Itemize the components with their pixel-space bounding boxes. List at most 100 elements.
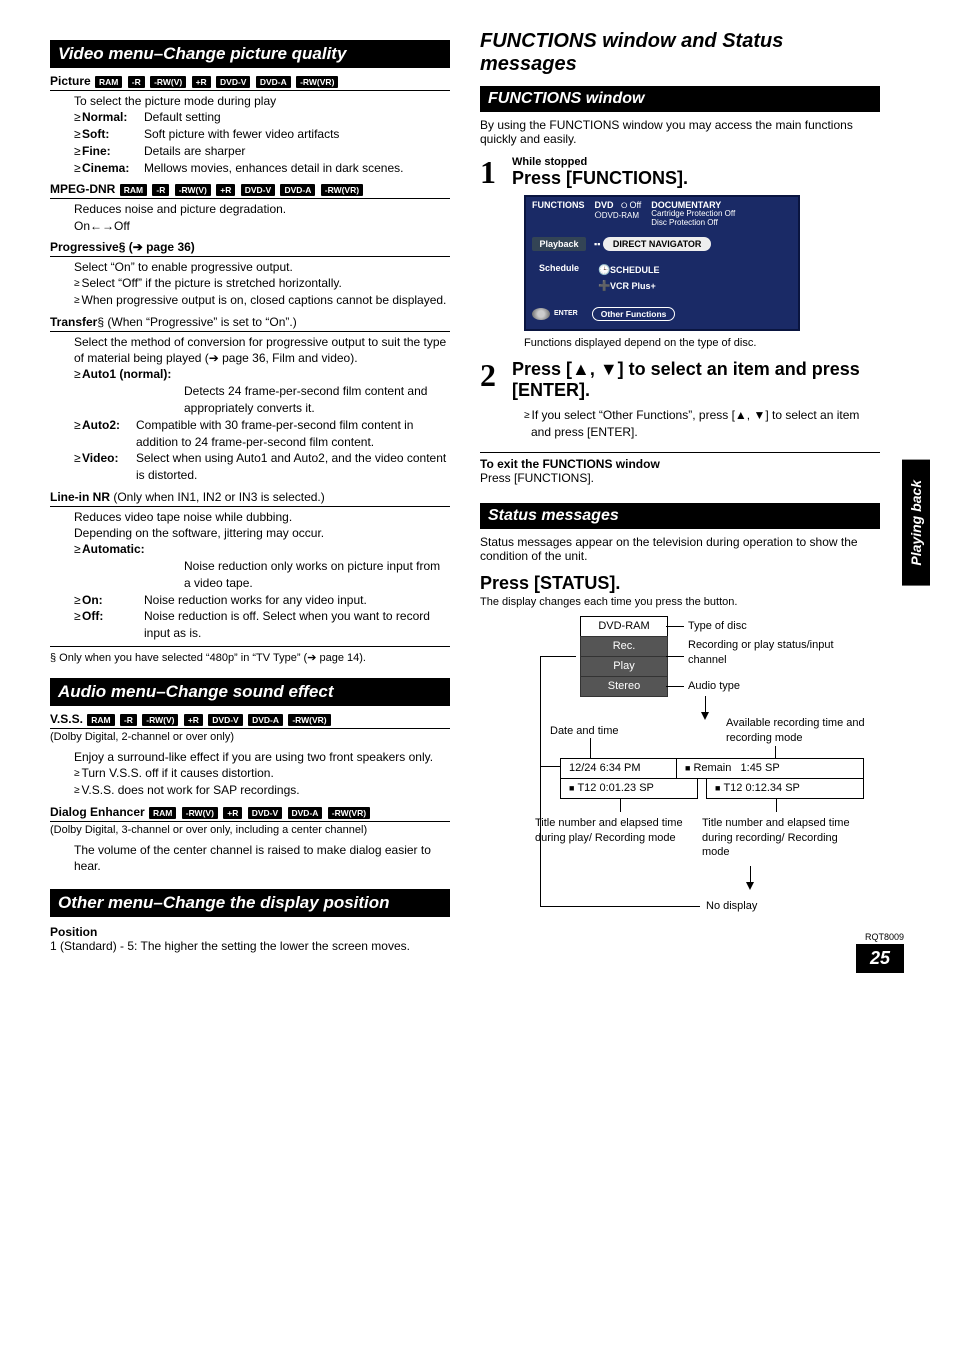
other-menu-title: Other menu–Change the display position bbox=[50, 889, 450, 917]
fmt: RAM bbox=[87, 714, 114, 726]
position-name: Position bbox=[50, 925, 450, 939]
box-dvdram: DVD-RAM bbox=[580, 616, 668, 636]
step2-bullet: If you select “Other Functions”, press [… bbox=[524, 407, 880, 441]
dialog-line1: The volume of the center channel is rais… bbox=[74, 842, 450, 874]
fn-intro: By using the FUNCTIONS window you may ac… bbox=[480, 118, 880, 146]
def-text: Select when using Auto1 and Auto2, and t… bbox=[136, 450, 450, 484]
fb-item-vcrplus: VCR Plus+ bbox=[610, 281, 656, 291]
fmt: DVD-A bbox=[256, 76, 291, 88]
dialog-sub: (Dolby Digital, 3-channel or over only, … bbox=[50, 824, 450, 836]
status-messages-title: Status messages bbox=[480, 503, 880, 529]
step-num-2: 2 bbox=[480, 359, 512, 391]
def-text: Detects 24 frame-per-second film content… bbox=[184, 383, 450, 417]
linein-line2: Depending on the software, jittering may… bbox=[74, 525, 450, 541]
def-text: Details are sharper bbox=[144, 143, 450, 160]
enter-icon bbox=[532, 308, 550, 320]
status-diagram: DVD-RAM Rec. Play Stereo Type of disc Re… bbox=[480, 616, 880, 936]
fmt: RAM bbox=[120, 184, 147, 196]
def-label: Cinema: bbox=[82, 160, 144, 177]
rqt-code: RQT8009 bbox=[856, 932, 904, 942]
box-right-t: T12 0:12.34 SP bbox=[706, 778, 864, 798]
box-left-t: T12 0:01.23 SP bbox=[560, 778, 698, 798]
fmt: -RW(VR) bbox=[328, 807, 370, 819]
left-t: T12 0:01.23 SP bbox=[577, 782, 653, 794]
lbl-avail: Available recording time and recording m… bbox=[726, 716, 876, 745]
dialog-head: Dialog Enhancer RAM -RW(V) +R DVD-V DVD-… bbox=[50, 805, 450, 822]
fmt: -RW(V) bbox=[175, 184, 211, 196]
step1-main: Press [FUNCTIONS]. bbox=[512, 168, 880, 189]
remain-val: 1:45 SP bbox=[741, 762, 780, 774]
linein-footnote: § Only when you have selected “480p” in … bbox=[50, 651, 450, 664]
fb-hdr-fn: FUNCTIONS bbox=[532, 200, 585, 210]
fmt: DVD-A bbox=[280, 184, 315, 196]
def-text: Noise reduction is off. Select when you … bbox=[144, 608, 450, 642]
progressive-b2: When progressive output is on, closed ca… bbox=[74, 292, 450, 309]
fmt: -RW(VR) bbox=[296, 76, 338, 88]
functions-window-mock: FUNCTIONS DVD Off ⭘DVD-RAM DOCUMENTARY C… bbox=[524, 195, 800, 331]
super-title: FUNCTIONS window and Status messages bbox=[480, 30, 880, 76]
def-text: Noise reduction works for any video inpu… bbox=[144, 592, 450, 609]
transfer-head: Transfer§ (When “Progressive” is set to … bbox=[50, 315, 450, 332]
position-line1: 1 (Standard) - 5: The higher the setting… bbox=[50, 939, 450, 953]
vss-b2: V.S.S. does not work for SAP recordings. bbox=[74, 782, 450, 799]
def-text: Default setting bbox=[144, 109, 450, 126]
picture-label: Picture bbox=[50, 74, 91, 88]
fmt: -R bbox=[152, 184, 169, 196]
exit-head: To exit the FUNCTIONS window bbox=[480, 457, 880, 471]
mpeg-line2: On←→Off bbox=[74, 218, 450, 234]
box-remain: Remain 1:45 SP bbox=[676, 758, 864, 778]
transfer-name: Transfer bbox=[50, 315, 97, 329]
lbl-left: Title number and elapsed time during pla… bbox=[535, 816, 685, 845]
def-label: On: bbox=[82, 592, 122, 609]
picture-head: Picture RAM -R -RW(V) +R DVD-V DVD-A -RW… bbox=[50, 74, 450, 91]
lbl-rec-status: Recording or play status/input channel bbox=[688, 638, 868, 667]
remain-label: Remain bbox=[693, 762, 731, 774]
step2-main: Press [▲, ▼] to select an item and press… bbox=[512, 359, 880, 401]
fmt: +R bbox=[216, 184, 235, 196]
box-stereo: Stereo bbox=[580, 676, 668, 696]
lbl-no-display: No display bbox=[706, 899, 757, 913]
lbl-audio-type: Audio type bbox=[688, 679, 740, 693]
page-number: 25 bbox=[856, 944, 904, 973]
fmt: DVD-V bbox=[241, 184, 275, 196]
box-play: Play bbox=[580, 656, 668, 676]
def-text: Compatible with 30 frame-per-second film… bbox=[136, 417, 450, 451]
fmt: DVD-A bbox=[248, 714, 283, 726]
functions-window-title: FUNCTIONS window bbox=[480, 86, 880, 112]
fb-tab-schedule: Schedule bbox=[532, 263, 586, 273]
right-column: FUNCTIONS window and Status messages FUN… bbox=[480, 30, 880, 953]
vss-line1: Enjoy a surround-like effect if you are … bbox=[74, 749, 450, 765]
mpeg-head: MPEG-DNR RAM -R -RW(V) +R DVD-V DVD-A -R… bbox=[50, 182, 450, 199]
press-status-sub: The display changes each time you press … bbox=[480, 596, 880, 608]
exit-text: Press [FUNCTIONS]. bbox=[480, 471, 880, 485]
fmt: DVD-V bbox=[216, 76, 250, 88]
vss-sub: (Dolby Digital, 2-channel or over only) bbox=[50, 731, 450, 743]
fmt: DVD-V bbox=[248, 807, 282, 819]
def-label: Fine: bbox=[82, 143, 144, 160]
picture-intro: To select the picture mode during play bbox=[74, 93, 450, 109]
mpeg-label: MPEG-DNR bbox=[50, 182, 115, 196]
progressive-b1: Select “Off” if the picture is stretched… bbox=[74, 275, 450, 292]
fmt: -RW(VR) bbox=[321, 184, 363, 196]
fmt: -RW(V) bbox=[142, 714, 178, 726]
progressive-line1: Select “On” to enable progressive output… bbox=[74, 259, 450, 275]
fb-item-schedule: SCHEDULE bbox=[610, 265, 660, 275]
fmt: DVD-A bbox=[288, 807, 323, 819]
step1-caption: Functions displayed depend on the type o… bbox=[524, 337, 880, 349]
fb-hdr-dvd: DVD bbox=[595, 200, 614, 210]
video-menu-title: Video menu–Change picture quality bbox=[50, 40, 450, 68]
press-status: Press [STATUS]. bbox=[480, 573, 880, 594]
linein-head: Line-in NR (Only when IN1, IN2 or IN3 is… bbox=[50, 490, 450, 507]
box-time: 12/24 6:34 PM bbox=[560, 758, 688, 778]
fb-hdr-off: Off bbox=[621, 200, 641, 210]
def-text: Soft picture with fewer video artifacts bbox=[144, 126, 450, 143]
box-rec: Rec. bbox=[580, 636, 668, 656]
transfer-line1: Select the method of conversion for prog… bbox=[74, 334, 450, 366]
fb-other-functions: Other Functions bbox=[592, 307, 676, 321]
mpeg-line1: Reduces noise and picture degradation. bbox=[74, 201, 450, 217]
def-label: Automatic: bbox=[82, 541, 144, 558]
def-label: Auto1 (normal): bbox=[82, 366, 184, 383]
fmt: -RW(V) bbox=[182, 807, 218, 819]
step-num-1: 1 bbox=[480, 156, 512, 188]
step-2: 2 Press [▲, ▼] to select an item and pre… bbox=[480, 359, 880, 401]
